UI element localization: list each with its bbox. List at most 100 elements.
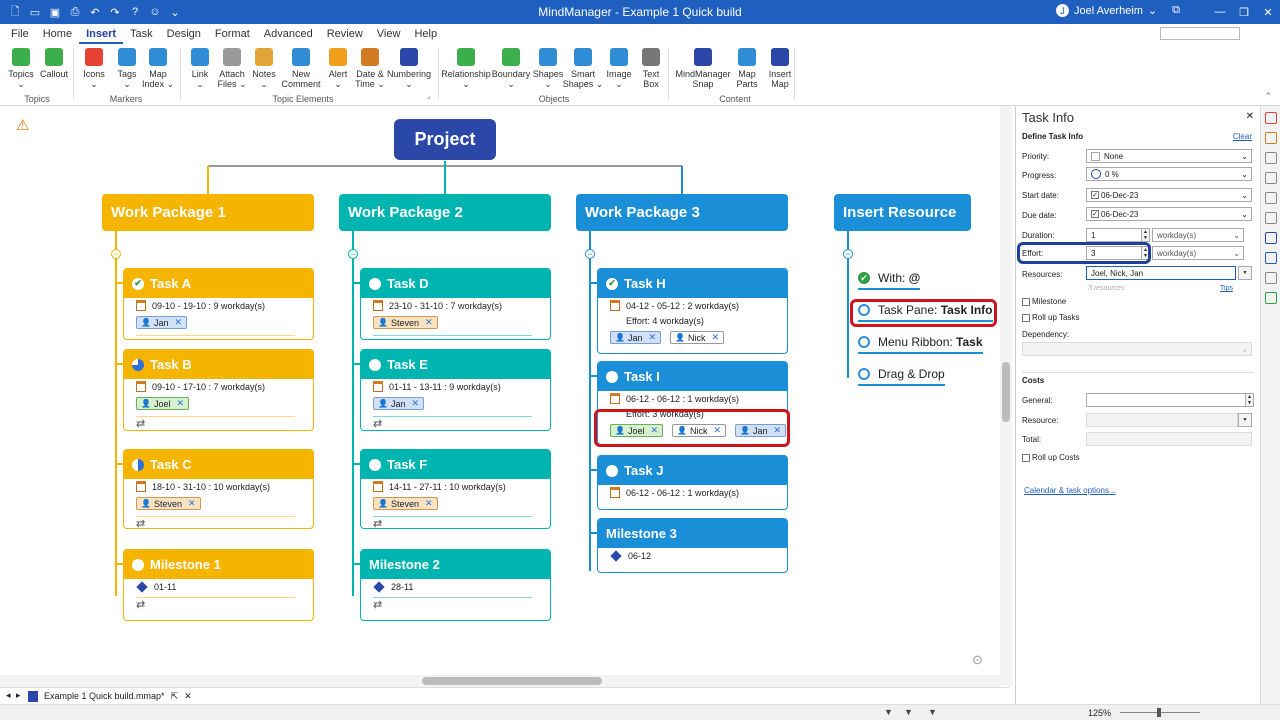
close-tab-icon[interactable]: ✕	[184, 691, 192, 702]
resource-chip-steven[interactable]: 👤 Steven ✕	[373, 316, 438, 329]
outlook-icon[interactable]	[1264, 252, 1277, 264]
resource-chip-jan[interactable]: 👤 Jan ✕	[136, 316, 188, 329]
tab-task[interactable]: Task	[123, 24, 160, 44]
work-package-1[interactable]: Work Package 1	[102, 194, 314, 231]
general-cost-spinner[interactable]: ▲ ▼	[1245, 393, 1254, 407]
tab-help[interactable]: Help	[407, 24, 444, 44]
fit-icon[interactable]: ▼	[928, 707, 937, 717]
due-date-field[interactable]: ✓ 06-Dec-23 ⌄	[1086, 207, 1252, 221]
task-progress-50-icon[interactable]	[132, 458, 144, 471]
insert-resource-item-4[interactable]: Drag & Drop	[858, 367, 945, 386]
task-topic-task-f[interactable]: Task F 14-11 - 27-11 : 10 workday(s) 👤 Stev…	[360, 449, 551, 529]
insert-resource-item-1[interactable]: ✔ With: @	[858, 271, 921, 290]
redo-icon[interactable]: ↷	[106, 3, 124, 21]
maximize-button[interactable]: ❐	[1232, 0, 1256, 24]
rollup-tasks-checkbox[interactable]: Roll up Tasks	[1022, 313, 1079, 322]
central-topic[interactable]: Project	[394, 119, 496, 160]
general-cost-input[interactable]	[1086, 393, 1246, 407]
resources-dropdown[interactable]: ▼	[1238, 266, 1252, 280]
resource-chip-steven[interactable]: 👤 Steven ✕	[373, 497, 438, 510]
help-icon[interactable]: ?	[126, 3, 144, 21]
task-topic-task-b[interactable]: Task B 09-10 - 17-10 : 7 workday(s) 👤 Joel ✕…	[123, 349, 314, 431]
duration-input[interactable]: 1	[1086, 228, 1142, 242]
ribbon-search-input[interactable]	[1160, 27, 1240, 40]
task-topic-task-d[interactable]: Task D 23-10 - 31-10 : 7 workday(s) 👤 Steve…	[360, 268, 551, 340]
remove-resource-icon[interactable]: ✕	[174, 317, 182, 328]
print-icon[interactable]: ⎙	[66, 3, 84, 21]
save-icon[interactable]: ▣	[46, 3, 64, 21]
feedback-icon[interactable]: ☺	[146, 3, 164, 21]
task-progress-75-icon[interactable]	[132, 358, 144, 371]
document-tab[interactable]: Example 1 Quick build.mmap* ⇱ ✕	[28, 688, 192, 704]
filter-icon[interactable]: ▼	[884, 707, 893, 717]
relationship-link-icon[interactable]: ⇄	[373, 336, 542, 339]
tips-link[interactable]: Tips	[1220, 285, 1233, 292]
task-complete-icon[interactable]: ✔	[606, 277, 618, 290]
task-topic-milestone-2[interactable]: Milestone 2 28-11 ⇄	[360, 549, 551, 621]
ribbon-display-icon[interactable]: ⧉	[1172, 4, 1180, 17]
milestone-checkbox[interactable]: Milestone	[1022, 297, 1066, 306]
tab-format[interactable]: Format	[208, 24, 257, 44]
horizontal-scrollbar[interactable]	[0, 675, 1000, 687]
calendar-icon[interactable]	[1264, 132, 1277, 144]
task-topic-task-e[interactable]: Task E 01-11 - 13-11 : 9 workday(s) 👤 Jan ✕ ⇄	[360, 349, 551, 431]
duration-unit-select[interactable]: workday(s) ⌄	[1152, 228, 1244, 242]
search-icon[interactable]	[1264, 212, 1277, 224]
task-topic-task-j[interactable]: Task J 06-12 - 06-12 : 1 workday(s)	[597, 455, 788, 510]
dependency-select[interactable]: ⌄	[1022, 342, 1252, 356]
task-open-icon[interactable]	[858, 368, 870, 380]
show-hide-icon[interactable]: ▼	[904, 707, 913, 717]
minimize-button[interactable]: —	[1208, 0, 1232, 24]
user-account[interactable]: J Joel Averheim ⌄ ⧉	[1056, 4, 1180, 17]
start-date-checkbox[interactable]: ✓	[1091, 191, 1099, 199]
task-topic-milestone-3[interactable]: Milestone 3 06-12	[597, 518, 788, 573]
relationship-link-icon[interactable]: ⇄	[136, 517, 305, 528]
map-parts-icon[interactable]	[1264, 172, 1277, 184]
group-launcher-icon[interactable]: ⌟	[427, 91, 431, 100]
task-open-icon[interactable]	[858, 336, 870, 348]
priority-select[interactable]: None ⌄	[1086, 149, 1252, 163]
calendar-dropdown-icon[interactable]: ⌄	[1241, 191, 1248, 200]
collapse-toggle[interactable]: −	[348, 249, 358, 259]
work-package-2[interactable]: Work Package 2	[339, 194, 551, 231]
insert-resource-topic[interactable]: Insert Resource	[834, 194, 971, 231]
relationship-link-icon[interactable]: ⇄	[373, 598, 542, 613]
effort-unit-select[interactable]: workday(s) ⌄	[1152, 246, 1244, 260]
rollup-costs-checkbox[interactable]: Roll up Costs	[1022, 453, 1080, 462]
ribbon-button-text-17[interactable]: Text Box	[621, 48, 681, 89]
resource-chip-steven[interactable]: 👤 Steven ✕	[136, 497, 201, 510]
task-topic-milestone-1[interactable]: Milestone 1 01-11 ⇄	[123, 549, 314, 621]
start-date-field[interactable]: ✓ 06-Dec-23 ⌄	[1086, 188, 1252, 202]
library-icon[interactable]	[1264, 192, 1277, 204]
calendar-task-options-link[interactable]: Calendar & task options...	[1024, 486, 1116, 495]
relationship-link-icon[interactable]: ⇄	[373, 417, 542, 430]
ribbon-button-insert-20[interactable]: Insert Map	[750, 48, 810, 89]
insert-resource-item-3[interactable]: Menu Ribbon: Task	[858, 335, 983, 354]
remove-resource-icon[interactable]: ✕	[425, 317, 433, 328]
task-open-icon[interactable]	[606, 370, 618, 383]
vertical-scrollbar[interactable]	[1000, 106, 1012, 686]
task-complete-icon[interactable]: ✔	[858, 272, 870, 284]
task-open-icon[interactable]	[606, 464, 618, 477]
resource-chip-nick[interactable]: 👤 Nick ✕	[670, 331, 725, 344]
remove-resource-icon[interactable]: ✕	[425, 498, 433, 509]
excel-icon[interactable]	[1264, 292, 1277, 304]
customize-icon[interactable]: ⌄	[166, 3, 184, 21]
remove-resource-icon[interactable]: ✕	[411, 398, 419, 409]
tab-review[interactable]: Review	[320, 24, 370, 44]
task-topic-task-a[interactable]: ✔ Task A 09-10 - 19-10 : 9 workday(s) 👤 Jan ✕…	[123, 268, 314, 340]
resource-cost-dropdown[interactable]: ▼	[1238, 413, 1252, 427]
tab-home[interactable]: Home	[36, 24, 79, 44]
relationship-link-icon[interactable]: ⇄	[136, 417, 305, 430]
remove-resource-icon[interactable]: ✕	[188, 498, 196, 509]
tab-file[interactable]: File	[4, 24, 36, 44]
checkbox-box[interactable]	[1022, 453, 1030, 462]
task-open-icon[interactable]	[369, 458, 381, 471]
task-open-icon[interactable]	[369, 277, 381, 290]
resources-icon[interactable]	[1264, 152, 1277, 164]
duration-spinner[interactable]: ▲ ▼	[1141, 228, 1150, 242]
close-window-button[interactable]: ✕	[1256, 0, 1280, 24]
due-date-checkbox[interactable]: ✓	[1091, 210, 1099, 218]
tab-view[interactable]: View	[370, 24, 408, 44]
relationship-link-icon[interactable]: ⇄	[136, 598, 305, 613]
